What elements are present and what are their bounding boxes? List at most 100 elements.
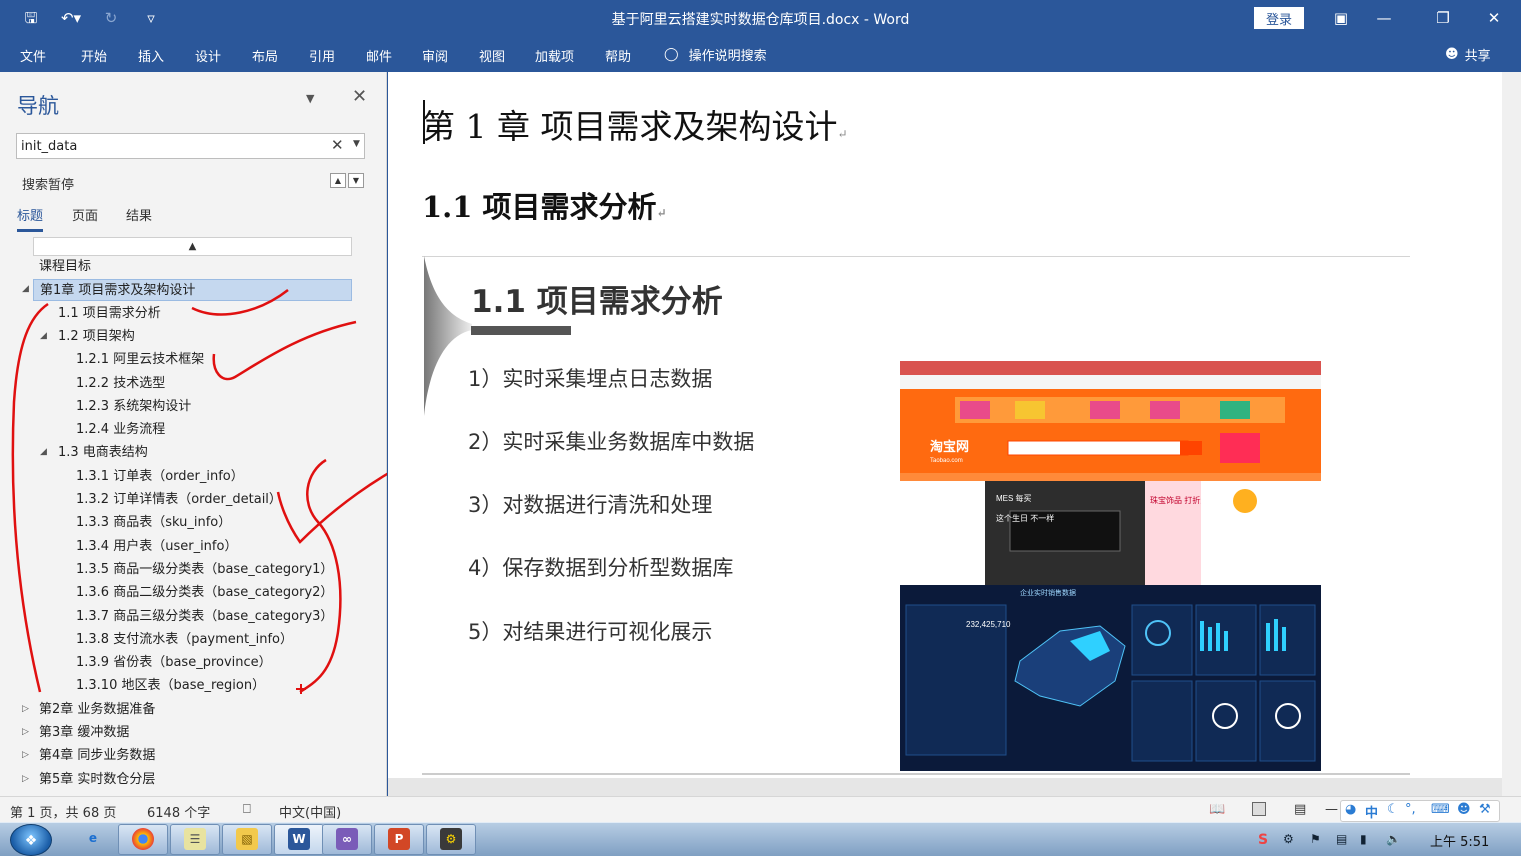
nav-heading-item[interactable]: 1.3.3 商品表（sku_info） [76,512,231,534]
collapse-all-bar[interactable]: ▲ [33,237,352,256]
tab-references[interactable]: 引用 [309,46,335,65]
nav-heading-item[interactable]: 1.3.4 用户表（user_info） [76,536,237,558]
lightbulb-icon: ◯ [664,47,679,62]
close-icon[interactable]: ✕ [1480,6,1508,30]
collapse-triangle-icon[interactable]: ▷ [22,704,29,714]
chapter-heading[interactable]: 第 1 章 项目需求及架构设计↵ [422,100,848,148]
word-icon[interactable]: W [274,824,324,855]
clock[interactable]: 上午 5:51 [1430,831,1489,850]
zoom-out-icon[interactable]: — [1325,802,1338,817]
read-mode-icon[interactable]: 📖 [1209,802,1225,817]
nav-heading-item[interactable]: 1.3.7 商品三级分类表（base_category3） [76,606,333,628]
page-count[interactable]: 第 1 页，共 68 页 [10,802,116,821]
tab-review[interactable]: 审阅 [422,46,448,65]
expand-triangle-icon[interactable]: ◢ [40,447,47,457]
search-input[interactable] [17,134,317,158]
tab-view[interactable]: 视图 [479,46,505,65]
tab-addins[interactable]: 加载项 [535,46,574,65]
notepad-icon[interactable]: ☰ [170,824,220,855]
language-indicator[interactable]: 中文(中国) [279,802,341,821]
proofing-icon[interactable]: ⎕ [243,802,251,817]
nav-heading-item[interactable]: 第3章 缓冲数据 [39,722,129,744]
nav-heading-item[interactable]: 1.3.1 订单表（order_info） [76,466,244,488]
section-heading[interactable]: 1.1 项目需求分析↵ [422,184,667,226]
search-options-icon[interactable]: ▼ [353,139,360,149]
ime-toolbar[interactable]: ◕ 中 ☾ °, ⌨ ☻ ⚒ [1340,800,1500,822]
nav-heading-item[interactable]: 1.2.4 业务流程 [76,419,165,441]
print-layout-icon[interactable] [1252,802,1266,816]
tray-settings-icon[interactable]: ⚙ [1283,832,1294,846]
next-result-icon[interactable]: ▼ [348,173,364,188]
tab-design[interactable]: 设计 [195,46,221,65]
nav-heading-item[interactable]: 1.3 电商表结构 [58,442,148,464]
nav-heading-item[interactable]: 第5章 实时数仓分层 [39,769,155,791]
keyboard-icon[interactable]: ⌨ [1431,802,1450,817]
nav-heading-item[interactable]: 1.2 项目架构 [58,326,135,348]
close-icon[interactable]: ✕ [352,86,367,107]
navigation-pane: 导航 ▼ ✕ ✕ ▼ 搜索暂停 ▲ ▼ 标题 页面 结果 ▲ 课程目标 ◢ 第1章 … [0,72,387,796]
slide-title: 1.1 项目需求分析 [471,284,723,320]
share-button[interactable]: ☻ 共享 [1445,45,1491,64]
word-count[interactable]: 6148 个字 [147,802,210,821]
web-layout-icon[interactable]: ▤ [1294,802,1306,817]
chrome-icon[interactable] [118,824,168,855]
powerpoint-icon[interactable]: P [374,824,424,855]
clear-search-icon[interactable]: ✕ [331,136,344,154]
collapse-triangle-icon[interactable]: ▷ [22,774,29,784]
moon-icon[interactable]: ☾ [1387,802,1399,817]
tab-headings[interactable]: 标题 [17,205,44,232]
sogou-tray-icon[interactable]: S [1258,832,1268,848]
nav-heading-item[interactable]: 课程目标 [39,256,91,278]
nav-heading-item[interactable]: 1.3.8 支付流水表（payment_info） [76,629,293,651]
collapse-triangle-icon[interactable]: ▷ [22,750,29,760]
expand-triangle-icon[interactable]: ◢ [40,331,47,341]
expand-triangle-icon[interactable]: ◢ [22,284,29,294]
visual-studio-icon[interactable]: ∞ [322,824,372,855]
nav-heading-item[interactable]: 第2章 业务数据准备 [39,699,155,721]
ime-mode[interactable]: 中 [1365,802,1378,821]
tell-me-search[interactable]: ◯ 操作说明搜索 [664,45,767,64]
brand-text: MES 每买 [996,493,1032,503]
previous-result-icon[interactable]: ▲ [330,173,346,188]
dashboard-total: 232,425,710 [966,620,1011,629]
tab-help[interactable]: 帮助 [605,46,631,65]
punctuation-icon[interactable]: °, [1405,802,1416,817]
ribbon-display-options-icon[interactable]: ▣ [1327,6,1355,30]
nav-heading-item[interactable]: 1.1 项目需求分析 [58,303,161,325]
tool-icon[interactable]: ⚙ [426,824,476,855]
chevron-down-icon[interactable]: ▼ [306,92,314,105]
ie-icon[interactable]: e [68,824,118,855]
minimize-icon[interactable]: — [1370,6,1398,30]
nav-heading-item[interactable]: 1.2.2 技术选型 [76,373,165,395]
tab-mailings[interactable]: 邮件 [366,46,392,65]
tell-me-label: 操作说明搜索 [688,49,767,64]
nav-heading-item[interactable]: 1.3.6 商品二级分类表（base_category2） [76,582,333,604]
nav-heading-item[interactable]: 第1章 项目需求及架构设计 [33,279,352,302]
battery-icon[interactable]: ▮ [1360,832,1367,846]
nav-heading-item[interactable]: 1.2.1 阿里云技术框架 [76,349,204,371]
network-icon[interactable]: ▤ [1336,832,1347,846]
document-page[interactable]: 第 1 章 项目需求及架构设计↵ 1.1 项目需求分析↵ 1.1 项目需求分析 … [388,72,1502,778]
wrench-icon[interactable]: ⚒ [1479,802,1491,817]
tab-home[interactable]: 开始 [81,46,107,65]
tab-file[interactable]: 文件 [20,46,46,65]
tab-layout[interactable]: 布局 [252,46,278,65]
nav-heading-item[interactable]: 1.3.5 商品一级分类表（base_category1） [76,559,333,581]
tab-pages[interactable]: 页面 [72,205,98,224]
restore-icon[interactable]: ❐ [1429,6,1457,30]
nav-heading-item[interactable]: 第4章 同步业务数据 [39,745,155,767]
nav-heading-item[interactable]: 1.3.9 省份表（base_province） [76,652,272,674]
nav-heading-item[interactable]: 1.3.10 地区表（base_region） [76,675,265,697]
tab-results[interactable]: 结果 [126,205,152,224]
action-center-icon[interactable]: ⚑ [1310,832,1321,846]
collapse-triangle-icon[interactable]: ▷ [22,727,29,737]
user-icon[interactable]: ☻ [1457,802,1471,817]
start-button[interactable]: ❖ [10,824,52,856]
nav-heading-item[interactable]: 1.2.3 系统架构设计 [76,396,191,418]
nav-heading-item[interactable]: 1.3.2 订单详情表（order_detail） [76,489,282,511]
login-button[interactable]: 登录 [1254,7,1304,29]
tab-insert[interactable]: 插入 [138,46,164,65]
vertical-scrollbar[interactable] [1502,72,1521,796]
volume-icon[interactable]: 🔈 [1386,832,1401,846]
explorer-icon[interactable]: ▧ [222,824,272,855]
